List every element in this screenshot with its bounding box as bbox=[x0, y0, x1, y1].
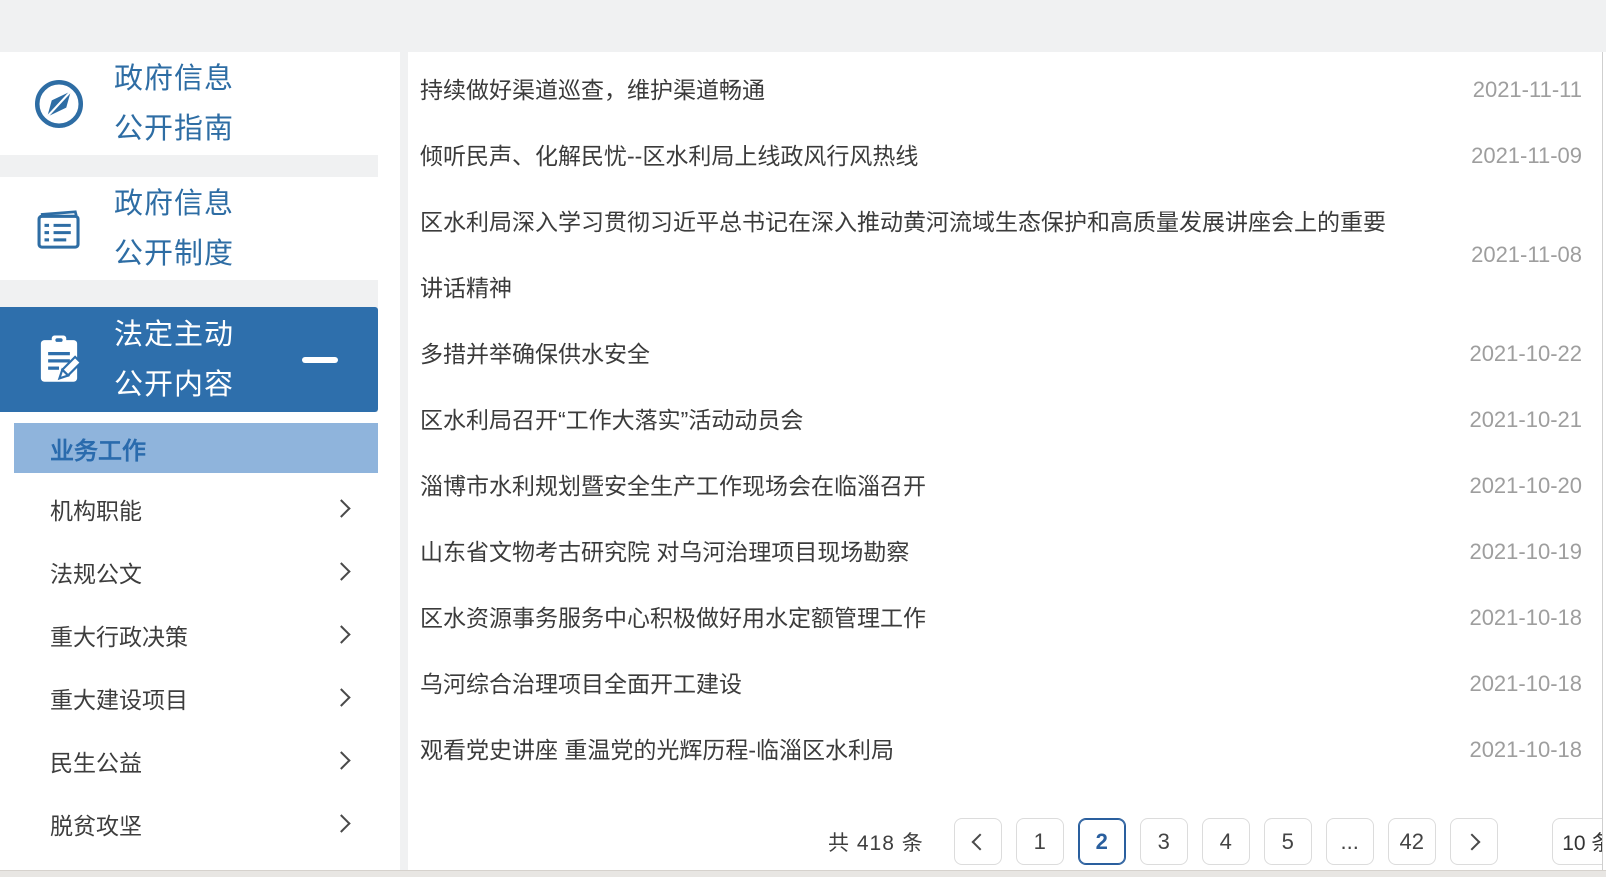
news-row: 区水资源事务服务中心积极做好用水定额管理工作 2021-10-18 bbox=[420, 585, 1582, 651]
chevron-right-icon bbox=[332, 814, 351, 833]
sidebar-submenu-item[interactable]: 机构职能 bbox=[0, 477, 378, 540]
page-number-label: 42 bbox=[1399, 828, 1424, 854]
news-date: 2021-11-11 bbox=[1472, 77, 1582, 102]
news-date: 2021-10-21 bbox=[1469, 407, 1582, 432]
news-date: 2021-10-22 bbox=[1469, 341, 1582, 366]
page-number-label: 1 bbox=[1033, 828, 1046, 854]
page-number-label: ... bbox=[1340, 828, 1359, 854]
page-number-label: 3 bbox=[1157, 828, 1170, 854]
notebook-icon bbox=[37, 209, 80, 249]
page-number-label: 2 bbox=[1095, 828, 1108, 854]
sidebar-section-info-guide[interactable]: 政府信息 公开指南 bbox=[0, 52, 378, 155]
label-line-1: 政府信息 bbox=[114, 187, 235, 220]
page-number-button[interactable]: 2 bbox=[1077, 818, 1126, 865]
scrollbar-track[interactable] bbox=[1602, 52, 1606, 870]
news-row: 乌河综合治理项目全面开工建设 2021-10-18 bbox=[420, 651, 1582, 717]
news-title-link[interactable]: 倾听民声、化解民忧--区水利局上线政风行风热线 bbox=[420, 123, 918, 189]
next-page-button[interactable] bbox=[1449, 818, 1498, 865]
news-title-link[interactable]: 多措并举确保供水安全 bbox=[420, 321, 650, 387]
news-title-link[interactable]: 山东省文物考古研究院 对乌河治理项目现场勘察 bbox=[420, 519, 909, 585]
submenu-item-label: 重大行政决策 bbox=[50, 623, 188, 650]
prev-page-button[interactable] bbox=[953, 818, 1002, 865]
label-line-1: 法定主动 bbox=[114, 318, 235, 351]
sidebar-submenu: 业务工作 机构职能 法规公文 重大行政决策 重大建设项目 民生公益 脱贫攻坚 bbox=[0, 412, 378, 870]
news-date: 2021-11-08 bbox=[1471, 242, 1582, 267]
chevron-right-icon bbox=[332, 499, 351, 518]
government-info-disclosure-page: 政府信息 公开指南 政府信息 公开制度 法定主动 公开内容 业务工作 机构职能 … bbox=[0, 0, 1606, 877]
total-count-label: 共 418 条 bbox=[828, 831, 924, 855]
news-date: 2021-10-20 bbox=[1469, 473, 1582, 498]
news-row: 区水利局召开“工作大落实”活动动员会 2021-10-21 bbox=[420, 387, 1582, 453]
chevron-right-icon bbox=[332, 688, 351, 707]
sidebar-section-statutory-disclosure[interactable]: 法定主动 公开内容 bbox=[0, 307, 378, 412]
news-list-panel: 持续做好渠道巡查，维护渠道畅通 2021-11-11 倾听民声、化解民忧--区水… bbox=[408, 52, 1606, 877]
sidebar-edge-strip bbox=[378, 52, 400, 870]
news-row: 观看党史讲座 重温党的光辉历程-临淄区水利局 2021-10-18 bbox=[420, 717, 1582, 783]
label-line-2: 公开指南 bbox=[114, 112, 235, 145]
submenu-item-label: 重大建设项目 bbox=[50, 686, 188, 713]
sidebar-submenu-item[interactable]: 业务工作 bbox=[14, 423, 378, 473]
submenu-item-label: 机构职能 bbox=[50, 497, 142, 524]
news-date: 2021-10-19 bbox=[1469, 539, 1582, 564]
window-bottom-edge bbox=[0, 870, 1606, 877]
pagination-bar: 共 418 条 1 2 3 4 5 ... 42 10 条/页 bbox=[828, 818, 1606, 865]
chevron-right-icon bbox=[332, 751, 351, 770]
news-row: 区水利局深入学习贯彻习近平总书记在深入推动黄河流域生态保护和高质量发展讲座会上的… bbox=[420, 189, 1582, 321]
page-size-select[interactable]: 10 条/页 bbox=[1551, 818, 1606, 865]
sidebar-section-label: 法定主动 公开内容 bbox=[114, 310, 234, 410]
submenu-item-label: 业务工作 bbox=[50, 437, 146, 465]
page-number-button[interactable]: 5 bbox=[1263, 818, 1312, 865]
news-title-link[interactable]: 区水利局深入学习贯彻习近平总书记在深入推动黄河流域生态保护和高质量发展讲座会上的… bbox=[420, 189, 1405, 321]
sidebar-submenu-item[interactable]: 民生公益 bbox=[0, 729, 378, 792]
label-line-2: 公开内容 bbox=[114, 368, 235, 401]
collapse-minus-icon[interactable] bbox=[302, 356, 338, 363]
news-row: 多措并举确保供水安全 2021-10-22 bbox=[420, 321, 1582, 387]
news-title-link[interactable]: 淄博市水利规划暨安全生产工作现场会在临淄召开 bbox=[420, 453, 926, 519]
sidebar-submenu-item[interactable]: 法规公文 bbox=[0, 540, 378, 603]
page-number-button[interactable]: 1 bbox=[1015, 818, 1064, 865]
page-number-button[interactable]: ... bbox=[1325, 818, 1374, 865]
sidebar-section-label: 政府信息 公开制度 bbox=[114, 179, 234, 279]
page-number-label: 4 bbox=[1219, 828, 1232, 854]
chevron-right-icon bbox=[1463, 833, 1481, 850]
chevron-right-icon bbox=[332, 562, 351, 581]
submenu-item-label: 法规公文 bbox=[50, 560, 142, 587]
submenu-item-label: 民生公益 bbox=[50, 749, 142, 776]
news-row: 持续做好渠道巡查，维护渠道畅通 2021-11-11 bbox=[420, 57, 1582, 123]
clipboard-pencil-icon bbox=[40, 335, 83, 382]
submenu-item-label: 脱贫攻坚 bbox=[50, 812, 142, 839]
compass-icon bbox=[34, 79, 84, 128]
news-row: 淄博市水利规划暨安全生产工作现场会在临淄召开 2021-10-20 bbox=[420, 453, 1582, 519]
news-date: 2021-10-18 bbox=[1469, 605, 1582, 630]
sidebar-section-label: 政府信息 公开指南 bbox=[114, 54, 234, 154]
news-date: 2021-10-18 bbox=[1469, 671, 1582, 696]
chevron-right-icon bbox=[332, 625, 351, 644]
page-number-button[interactable]: 3 bbox=[1139, 818, 1188, 865]
sidebar-section-info-system[interactable]: 政府信息 公开制度 bbox=[0, 177, 378, 280]
page-number-button[interactable]: 42 bbox=[1387, 818, 1436, 865]
label-line-1: 政府信息 bbox=[114, 62, 235, 95]
news-title-link[interactable]: 持续做好渠道巡查，维护渠道畅通 bbox=[420, 57, 765, 123]
sidebar-submenu-item[interactable]: 重大建设项目 bbox=[0, 666, 378, 729]
chevron-left-icon bbox=[971, 833, 989, 850]
news-title-link[interactable]: 区水利局召开“工作大落实”活动动员会 bbox=[420, 387, 803, 453]
sidebar-submenu-item[interactable]: 重大行政决策 bbox=[0, 603, 378, 666]
news-date: 2021-10-18 bbox=[1469, 737, 1582, 762]
page-number-label: 5 bbox=[1281, 828, 1294, 854]
news-row: 倾听民声、化解民忧--区水利局上线政风行风热线 2021-11-09 bbox=[420, 123, 1582, 189]
news-title-link[interactable]: 乌河综合治理项目全面开工建设 bbox=[420, 651, 742, 717]
page-number-button[interactable]: 4 bbox=[1201, 818, 1250, 865]
news-row: 山东省文物考古研究院 对乌河治理项目现场勘察 2021-10-19 bbox=[420, 519, 1582, 585]
sidebar-submenu-item[interactable]: 脱贫攻坚 bbox=[0, 792, 378, 855]
page-size-label: 10 条/页 bbox=[1562, 831, 1606, 855]
news-title-link[interactable]: 观看党史讲座 重温党的光辉历程-临淄区水利局 bbox=[420, 717, 894, 783]
news-date: 2021-11-09 bbox=[1471, 143, 1582, 168]
label-line-2: 公开制度 bbox=[114, 237, 235, 270]
news-title-link[interactable]: 区水资源事务服务中心积极做好用水定额管理工作 bbox=[420, 585, 926, 651]
